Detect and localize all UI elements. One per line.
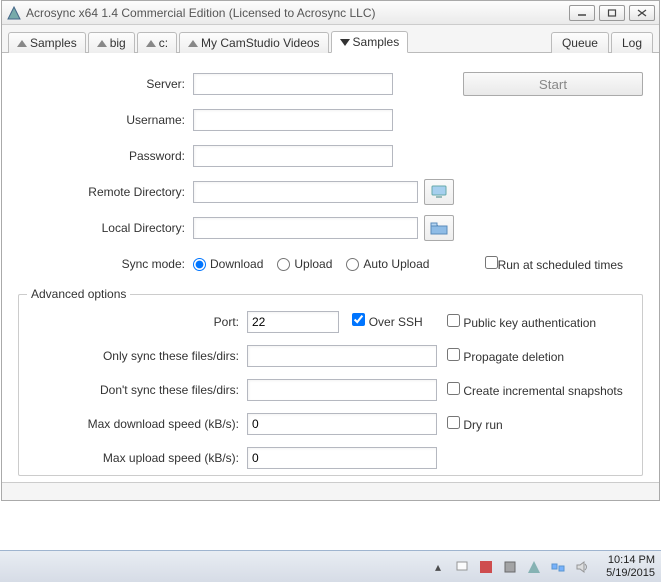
window-title: Acrosync x64 1.4 Commercial Edition (Lic… (26, 6, 375, 20)
browse-remote-button[interactable] (424, 179, 454, 205)
system-tray: ▴ 10:14 PM 5/19/2015 (430, 554, 655, 580)
port-label: Port: (27, 315, 247, 329)
run-scheduled-label: Run at scheduled times (498, 258, 623, 272)
log-button[interactable]: Log (611, 32, 653, 53)
clock-date: 5/19/2015 (606, 567, 655, 580)
download-label: Download (210, 257, 263, 271)
tray-app-icon[interactable] (478, 559, 494, 575)
main-content: Server: Start Username: Password: Remote… (2, 53, 659, 482)
auto-upload-radio[interactable] (346, 258, 359, 271)
max-upload-input[interactable] (247, 447, 437, 469)
app-icon (6, 5, 22, 21)
pubkey-check[interactable] (447, 314, 460, 327)
window-controls (569, 5, 655, 21)
propagate-label: Propagate deletion (463, 350, 564, 364)
triangle-up-icon (188, 40, 198, 47)
dry-run-checkbox[interactable]: Dry run (447, 416, 503, 432)
dont-sync-label: Don't sync these files/dirs: (27, 383, 247, 397)
upload-radio[interactable] (277, 258, 290, 271)
tab-label: c: (159, 36, 168, 50)
auto-upload-label: Auto Upload (363, 257, 429, 271)
over-ssh-checkbox[interactable]: Over SSH (352, 315, 422, 329)
taskbar: ▴ 10:14 PM 5/19/2015 (0, 550, 661, 582)
queue-button[interactable]: Queue (551, 32, 609, 53)
queue-label: Queue (562, 36, 598, 50)
triangle-up-icon (146, 40, 156, 47)
max-upload-label: Max upload speed (kB/s): (27, 451, 247, 465)
server-label: Server: (18, 77, 193, 91)
browse-local-button[interactable] (424, 215, 454, 241)
tab-label: big (110, 36, 126, 50)
sync-mode-download[interactable]: Download (193, 257, 263, 271)
over-ssh-label: Over SSH (369, 315, 423, 329)
start-label: Start (539, 77, 567, 92)
sync-mode-auto-upload[interactable]: Auto Upload (346, 257, 429, 271)
close-button[interactable] (629, 5, 655, 21)
status-bar (2, 482, 659, 500)
local-directory-label: Local Directory: (18, 221, 193, 235)
start-button[interactable]: Start (463, 72, 643, 96)
dont-sync-input[interactable] (247, 379, 437, 401)
app-window: Acrosync x64 1.4 Commercial Edition (Lic… (1, 0, 660, 501)
triangle-up-icon (17, 40, 27, 47)
sync-mode-upload[interactable]: Upload (277, 257, 332, 271)
password-label: Password: (18, 149, 193, 163)
propagate-check[interactable] (447, 348, 460, 361)
sync-mode-label: Sync mode: (18, 257, 193, 271)
tray-network-icon[interactable] (550, 559, 566, 575)
triangle-down-icon (340, 39, 350, 46)
log-label: Log (622, 36, 642, 50)
download-radio[interactable] (193, 258, 206, 271)
monitor-icon (430, 185, 448, 199)
tab-samples-2[interactable]: Samples (331, 31, 409, 53)
tab-samples-1[interactable]: Samples (8, 32, 86, 53)
tray-arrow-icon[interactable]: ▴ (430, 559, 446, 575)
tab-big[interactable]: big (88, 32, 135, 53)
clock-time: 10:14 PM (606, 554, 655, 567)
tab-label: Samples (30, 36, 77, 50)
dryrun-label: Dry run (463, 418, 502, 432)
folder-icon (430, 221, 448, 235)
tray-app2-icon[interactable] (502, 559, 518, 575)
tray-flag-icon[interactable] (454, 559, 470, 575)
local-directory-input[interactable] (193, 217, 418, 239)
tab-label: My CamStudio Videos (201, 36, 320, 50)
tab-camstudio[interactable]: My CamStudio Videos (179, 32, 329, 53)
advanced-options-group: Advanced options Port: Over SSH Public k… (18, 287, 643, 476)
dryrun-check[interactable] (447, 416, 460, 429)
run-scheduled-check[interactable] (485, 256, 498, 269)
over-ssh-check[interactable] (352, 313, 365, 326)
port-input[interactable] (247, 311, 339, 333)
incremental-snapshots-checkbox[interactable]: Create incremental snapshots (447, 382, 623, 398)
incremental-check[interactable] (447, 382, 460, 395)
maximize-button[interactable] (599, 5, 625, 21)
server-input[interactable] (193, 73, 393, 95)
titlebar: Acrosync x64 1.4 Commercial Edition (Lic… (2, 1, 659, 25)
username-input[interactable] (193, 109, 393, 131)
run-scheduled-checkbox[interactable]: Run at scheduled times (485, 256, 623, 272)
remote-directory-label: Remote Directory: (18, 185, 193, 199)
advanced-legend: Advanced options (27, 287, 130, 301)
tab-label: Samples (353, 35, 400, 49)
pubkey-label: Public key authentication (463, 316, 596, 330)
max-download-label: Max download speed (kB/s): (27, 417, 247, 431)
password-input[interactable] (193, 145, 393, 167)
tab-bar: Samples big c: My CamStudio Videos Sampl… (2, 25, 659, 53)
upload-label: Upload (294, 257, 332, 271)
username-label: Username: (18, 113, 193, 127)
triangle-up-icon (97, 40, 107, 47)
propagate-deletion-checkbox[interactable]: Propagate deletion (447, 348, 564, 364)
public-key-auth-checkbox[interactable]: Public key authentication (447, 314, 596, 330)
tray-acrosync-icon[interactable] (526, 559, 542, 575)
only-sync-input[interactable] (247, 345, 437, 367)
incremental-label: Create incremental snapshots (463, 384, 622, 398)
tray-volume-icon[interactable] (574, 559, 590, 575)
taskbar-clock[interactable]: 10:14 PM 5/19/2015 (606, 554, 655, 580)
tab-c-drive[interactable]: c: (137, 32, 177, 53)
remote-directory-input[interactable] (193, 181, 418, 203)
minimize-button[interactable] (569, 5, 595, 21)
only-sync-label: Only sync these files/dirs: (27, 349, 247, 363)
max-download-input[interactable] (247, 413, 437, 435)
